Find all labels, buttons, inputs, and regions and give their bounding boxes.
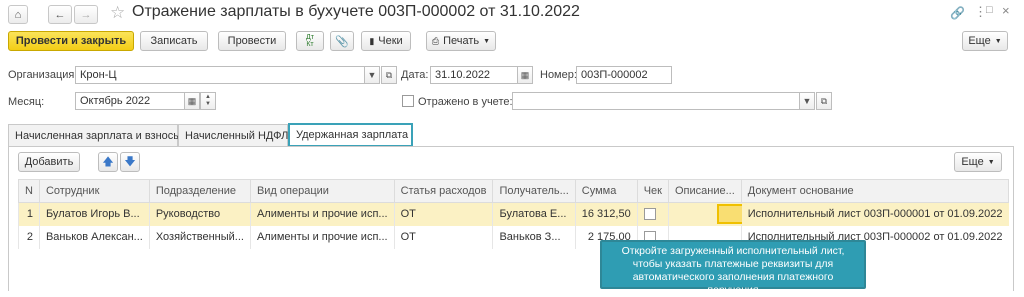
forward-arrow-icon: → (80, 8, 92, 21)
dt-kt-button[interactable]: Дт Кт (296, 31, 324, 51)
dropdown-arrow-icon: ▼ (483, 37, 491, 45)
forward-button[interactable]: → (74, 5, 98, 24)
col-header-employee[interactable]: Сотрудник (38, 179, 150, 203)
cell-recipient[interactable]: Ваньков З... (492, 225, 576, 249)
save-button[interactable]: Записать (140, 31, 208, 51)
col-header-n[interactable]: N (18, 179, 40, 203)
org-field[interactable]: Крон-Ц (75, 66, 365, 84)
col-header-expense-item[interactable]: Статья расходов (393, 179, 494, 203)
favorite-star-icon[interactable]: ☆ (110, 3, 125, 23)
table-header-row: N Сотрудник Подразделение Вид операции С… (18, 179, 1010, 203)
cell-employee[interactable]: Ваньков Алексан... (38, 225, 150, 249)
paperclip-icon: 📎 (335, 35, 349, 48)
maximize-icon[interactable]: □ (986, 4, 993, 16)
dropdown-arrow-icon: ▼ (994, 37, 1002, 45)
link-icon[interactable]: 🔗 (950, 6, 965, 20)
org-label: Организация: (8, 69, 78, 81)
post-label: Провести (227, 35, 277, 47)
number-field[interactable]: 003П-000002 (576, 66, 672, 84)
back-arrow-icon: ← (54, 8, 66, 21)
add-button[interactable]: Добавить (18, 152, 80, 172)
cell-department[interactable]: Руководство (148, 202, 251, 226)
more-button[interactable]: Еще ▼ (962, 31, 1008, 51)
calendar-icon: ▦ (520, 69, 530, 80)
cell-operation[interactable]: Алименты и прочие исп... (249, 225, 395, 249)
col-header-amount[interactable]: Сумма (574, 179, 638, 203)
home-button[interactable]: ⌂ (8, 5, 28, 24)
col-header-check[interactable]: Чек (636, 179, 669, 203)
cell-expense-item[interactable]: ОТ (393, 202, 493, 226)
tab-accrued-salary[interactable]: Начисленная зарплата и взносы (8, 124, 181, 146)
withheld-salary-table: N Сотрудник Подразделение Вид операции С… (18, 179, 1010, 249)
cash-register-icon: ▮ (369, 35, 375, 46)
post-button[interactable]: Провести (218, 31, 286, 51)
reflected-checkbox[interactable] (402, 95, 414, 107)
date-calendar-button[interactable]: ▦ (517, 66, 533, 84)
post-and-close-label: Провести и закрыть (15, 35, 127, 47)
month-stepper[interactable]: ▲ ▼ (200, 92, 216, 110)
save-label: Записать (150, 35, 198, 47)
col-header-department[interactable]: Подразделение (148, 179, 251, 203)
cell-department[interactable]: Хозяйственный... (148, 225, 251, 249)
cell-basis-document[interactable]: Исполнительный лист 003П-000001 от 01.09… (740, 202, 1009, 226)
cell-n: 1 (18, 202, 40, 226)
post-and-close-button[interactable]: Провести и закрыть (8, 31, 134, 51)
month-field[interactable]: Октябрь 2022 (75, 92, 185, 110)
hint-callout: Откройте загруженный исполнительный лист… (600, 240, 866, 296)
col-header-basis-document[interactable]: Документ основание (740, 179, 1010, 203)
checks-label: Чеки (378, 35, 403, 47)
col-header-recipient[interactable]: Получатель... (492, 179, 576, 203)
tab-accrued-ndfl[interactable]: Начисленный НДФЛ (178, 124, 288, 146)
org-dropdown-button[interactable]: ▼ (364, 66, 380, 84)
move-up-button[interactable]: 🡅 (98, 152, 118, 172)
col-header-description[interactable]: Описание... (667, 179, 742, 203)
tab-withheld-salary[interactable]: Удержанная зарплата (288, 123, 413, 147)
print-label: Печать (443, 35, 480, 47)
checks-button[interactable]: ▮ Чеки (361, 31, 411, 51)
reflected-dropdown-button[interactable]: ▼ (799, 92, 815, 110)
org-open-button[interactable]: ⧉ (381, 66, 397, 84)
reflected-field[interactable] (512, 92, 812, 110)
cell-operation[interactable]: Алименты и прочие исп... (249, 202, 395, 226)
check-checkbox[interactable] (643, 208, 656, 221)
dropdown-arrow-icon: ▼ (987, 158, 995, 166)
date-label: Дата: (401, 69, 429, 81)
cell-expense-item[interactable]: ОТ (393, 225, 493, 249)
home-icon: ⌂ (14, 8, 22, 21)
cell-recipient[interactable]: Булатова Е... (492, 202, 576, 226)
reflected-open-button[interactable]: ⧉ (816, 92, 832, 110)
cell-amount[interactable]: 16 312,50 (574, 202, 638, 226)
move-down-button[interactable]: 🡇 (120, 152, 140, 172)
print-button[interactable]: ⎙ Печать ▼ (426, 31, 496, 51)
add-label: Добавить (24, 156, 74, 168)
page-title: Отражение зарплаты в бухучете 003П-00000… (132, 3, 580, 20)
month-calendar-button[interactable]: ▦ (184, 92, 200, 110)
more-label: Еще (968, 35, 991, 47)
calendar-icon: ▦ (187, 95, 197, 106)
arrow-down-icon: 🡇 (124, 155, 136, 168)
reflected-label: Отражено в учете: (418, 96, 513, 108)
number-label: Номер: (540, 69, 577, 81)
cell-employee[interactable]: Булатов Игорь В... (38, 202, 150, 226)
date-field[interactable]: 31.10.2022 (430, 66, 518, 84)
cell-n: 2 (18, 225, 40, 249)
attach-button[interactable]: 📎 (330, 31, 354, 51)
dt-kt-icon: Дт Кт (306, 34, 314, 48)
month-label: Месяц: (8, 96, 45, 108)
table-more-label: Еще (961, 156, 984, 168)
table-row[interactable]: 1 Булатов Игорь В... Руководство Алимент… (18, 202, 1009, 226)
cell-check[interactable] (636, 202, 669, 226)
printer-icon: ⎙ (431, 35, 440, 46)
table-more-button[interactable]: Еще ▼ (954, 152, 1002, 172)
arrow-up-icon: 🡅 (102, 155, 114, 168)
back-button[interactable]: ← (48, 5, 72, 24)
close-icon[interactable]: × (1002, 3, 1010, 18)
col-header-operation[interactable]: Вид операции (249, 179, 395, 203)
